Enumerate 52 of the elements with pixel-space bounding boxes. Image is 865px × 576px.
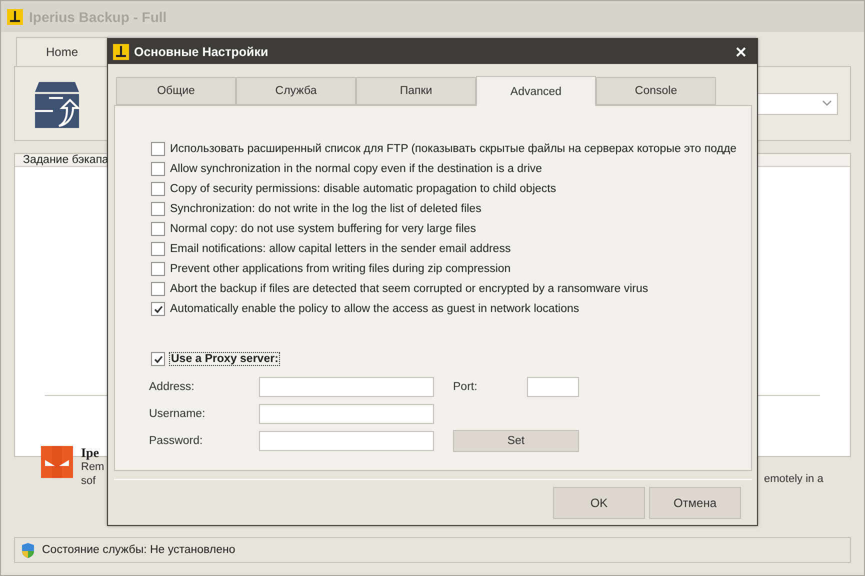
chevron-down-icon bbox=[822, 100, 832, 107]
home-tab[interactable]: Home bbox=[16, 37, 108, 66]
dialog-button[interactable]: Отмена bbox=[649, 486, 741, 518]
checkbox[interactable] bbox=[151, 352, 165, 366]
checkbox[interactable] bbox=[151, 162, 165, 176]
tab[interactable]: Console bbox=[596, 77, 716, 105]
promo-text: sof bbox=[81, 474, 97, 488]
app-logo-icon bbox=[7, 8, 23, 24]
field-label: Port: bbox=[453, 380, 478, 392]
field-label: Address: bbox=[149, 380, 196, 392]
shield-icon bbox=[20, 542, 36, 558]
tab[interactable]: Служба bbox=[236, 77, 356, 105]
field-label: Password: bbox=[149, 434, 204, 446]
checkbox[interactable] bbox=[151, 142, 165, 156]
input-field[interactable] bbox=[259, 404, 434, 424]
app-logo-icon bbox=[113, 44, 129, 60]
checkbox[interactable] bbox=[151, 282, 165, 296]
tab[interactable]: Папки bbox=[356, 77, 476, 105]
input-field[interactable] bbox=[527, 376, 579, 396]
column-header: Задание бэкапа bbox=[23, 154, 108, 166]
input-field[interactable] bbox=[259, 430, 434, 450]
promo-text: Rem bbox=[81, 460, 104, 474]
option-label: Prevent other applications from writing files during zip compression bbox=[170, 263, 511, 275]
option-label: Copy of security permissions: disable automatic propagation to child objects bbox=[170, 183, 556, 195]
box-upload-icon bbox=[33, 80, 81, 128]
option-label: Allow synchronization in the normal copy even if the destination is a drive bbox=[170, 163, 542, 175]
dialog-button[interactable]: OK bbox=[553, 486, 645, 518]
promo-title: Ipe bbox=[81, 446, 100, 460]
option-label: Synchronization: do not write in the log the list of deleted files bbox=[170, 203, 482, 215]
option-label: Abort the backup if files are detected that seem corrupted or encrypted by a ransomware virus bbox=[170, 283, 648, 295]
checkbox[interactable] bbox=[151, 262, 165, 276]
checkbox[interactable] bbox=[151, 222, 165, 236]
field-label: Username: bbox=[149, 408, 206, 420]
dialog-title: Основные Настройки bbox=[134, 44, 270, 58]
option-label: Email notifications: allow capital letters in the sender email address bbox=[170, 243, 511, 255]
checkbox[interactable] bbox=[151, 202, 165, 216]
checkbox[interactable] bbox=[151, 182, 165, 196]
option-label: Automatically enable the policy to allow the access as guest in network locations bbox=[170, 303, 580, 315]
set-button[interactable]: Set bbox=[453, 430, 579, 452]
status-text: Состояние службы: Не установлено bbox=[42, 544, 236, 556]
dropdown[interactable] bbox=[756, 92, 838, 114]
checkmark-icon bbox=[154, 354, 162, 364]
option-label: Normal copy: do not use system buffering for very large files bbox=[170, 223, 476, 235]
promo-text: emotely in a bbox=[764, 473, 824, 485]
tab[interactable]: Общие bbox=[116, 77, 236, 105]
option-label: Использовать расширенный список для FTP (показывать скрытые файлы на серверах которые это подде bbox=[170, 143, 737, 155]
checkbox[interactable] bbox=[151, 242, 165, 256]
checkbox[interactable] bbox=[151, 302, 165, 316]
tab[interactable]: Advanced bbox=[476, 76, 596, 106]
proxy-label: Use a Proxy server: bbox=[170, 353, 280, 365]
input-field[interactable] bbox=[259, 376, 434, 396]
checkmark-icon bbox=[154, 304, 162, 314]
